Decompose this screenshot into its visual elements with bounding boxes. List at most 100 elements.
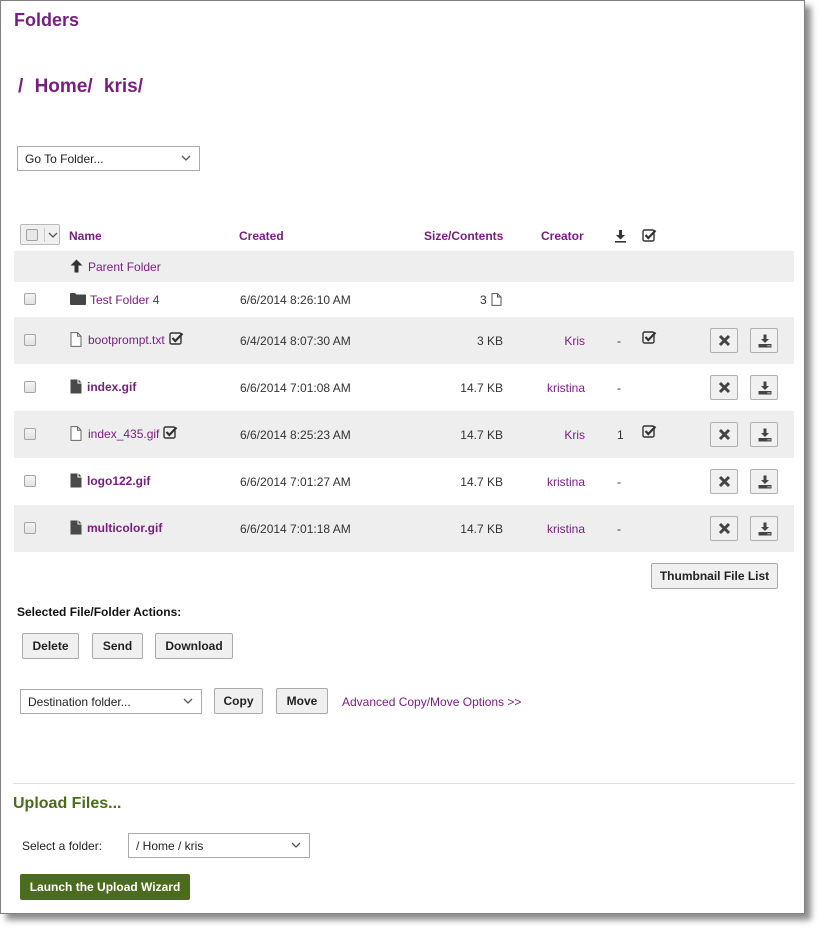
- file-solid-icon: [70, 520, 82, 538]
- creator-link[interactable]: Kris: [564, 428, 585, 442]
- send-button[interactable]: Send: [92, 633, 143, 659]
- file-size: 14.7 KB: [460, 475, 503, 489]
- table-row: Test Folder 4 6/6/2014 8:26:10 AM 3: [14, 282, 794, 317]
- column-created[interactable]: Created: [239, 229, 284, 243]
- upload-folder-select[interactable]: / Home / kris: [128, 833, 310, 858]
- download-icon: [758, 334, 772, 348]
- chevron-down-icon: [181, 155, 191, 161]
- download-count: -: [617, 475, 621, 489]
- row-checkbox[interactable]: [24, 381, 36, 393]
- file-link[interactable]: multicolor.gif: [87, 521, 162, 535]
- close-icon: [718, 381, 731, 394]
- parent-folder-link[interactable]: Parent Folder: [88, 260, 161, 274]
- row-checkbox[interactable]: [24, 428, 36, 440]
- close-icon: [718, 428, 731, 441]
- download-file-button[interactable]: [750, 375, 778, 400]
- destination-folder-value: Destination folder...: [28, 695, 131, 709]
- upload-folder-value: / Home / kris: [136, 839, 204, 853]
- created-date: 6/6/2014 8:26:10 AM: [240, 293, 351, 307]
- table-row: multicolor.gif 6/6/2014 7:01:18 AM 14.7 KB…: [14, 505, 794, 552]
- table-row: index.gif 6/6/2014 7:01:08 AM 14.7 KB krist…: [14, 364, 794, 411]
- download-file-button[interactable]: [750, 469, 778, 494]
- go-to-folder-select[interactable]: Go To Folder...: [17, 146, 200, 171]
- download-file-button[interactable]: [750, 422, 778, 447]
- thumbnail-file-list-button[interactable]: Thumbnail File List: [651, 563, 778, 589]
- section-divider: [13, 783, 795, 784]
- table-row: logo122.gif 6/6/2014 7:01:27 AM 14.7 KB kri…: [14, 458, 794, 505]
- creator-link[interactable]: Kris: [564, 334, 585, 348]
- delete-button[interactable]: Delete: [22, 633, 79, 659]
- file-link[interactable]: index.gif: [87, 380, 136, 394]
- go-to-folder-value: Go To Folder...: [25, 152, 104, 166]
- advanced-copy-move-link[interactable]: Advanced Copy/Move Options >>: [342, 695, 521, 709]
- created-date: 6/6/2014 7:01:08 AM: [240, 381, 351, 395]
- column-name[interactable]: Name: [69, 229, 102, 243]
- breadcrumb-kris[interactable]: kris/: [104, 76, 143, 97]
- breadcrumb-root[interactable]: /: [18, 76, 23, 97]
- file-size: 14.7 KB: [460, 522, 503, 536]
- close-icon: [718, 334, 731, 347]
- upload-files-heading: Upload Files...: [13, 795, 122, 812]
- creator-link[interactable]: kristina: [547, 522, 585, 536]
- download-count: -: [617, 522, 621, 536]
- file-link[interactable]: logo122.gif: [87, 474, 150, 488]
- launch-upload-wizard-button[interactable]: Launch the Upload Wizard: [20, 874, 190, 900]
- file-solid-icon: [70, 379, 82, 397]
- download-count: 1: [617, 428, 624, 442]
- row-checkbox[interactable]: [24, 475, 36, 487]
- chevron-down-icon[interactable]: [48, 230, 58, 240]
- folder-link[interactable]: Test Folder 4: [90, 293, 159, 307]
- page-title: Folders: [14, 10, 80, 30]
- download-file-button[interactable]: [750, 328, 778, 353]
- created-date: 6/6/2014 8:25:23 AM: [240, 428, 351, 442]
- file-outline-icon: [70, 426, 82, 444]
- delete-file-button[interactable]: [710, 328, 738, 353]
- table-row: index_435.gif 6/6/2014 8:25:23 AM 14.7 KB K…: [14, 411, 794, 458]
- parent-folder-row[interactable]: Parent Folder: [14, 251, 794, 282]
- download-icon: [758, 475, 772, 489]
- file-size: 3 KB: [476, 334, 503, 348]
- delete-file-button[interactable]: [710, 375, 738, 400]
- row-checkbox[interactable]: [24, 293, 36, 305]
- chevron-down-icon: [183, 698, 193, 704]
- download-count: -: [617, 334, 621, 348]
- creator-link[interactable]: kristina: [547, 475, 585, 489]
- select-all-checkbox[interactable]: [26, 229, 38, 241]
- download-icon: [615, 230, 626, 243]
- checked-box-icon: [642, 229, 657, 242]
- download-icon: [758, 522, 772, 536]
- column-size[interactable]: Size/Contents: [424, 229, 503, 243]
- delete-file-button[interactable]: [710, 469, 738, 494]
- table-row: bootprompt.txt 6/4/2014 8:07:30 AM 3 KB Kri…: [14, 317, 794, 364]
- file-rows: bootprompt.txt 6/4/2014 8:07:30 AM 3 KB Kri…: [14, 317, 794, 552]
- checked-box-icon: [642, 424, 657, 442]
- close-icon: [718, 522, 731, 535]
- delete-file-button[interactable]: [710, 516, 738, 541]
- download-file-button[interactable]: [750, 516, 778, 541]
- destination-folder-select[interactable]: Destination folder...: [20, 689, 202, 714]
- file-outline-icon: [70, 332, 82, 350]
- checked-out-icon: [163, 425, 178, 443]
- creator-link[interactable]: kristina: [547, 381, 585, 395]
- file-outline-icon: [491, 293, 502, 306]
- folder-icon: [70, 293, 86, 305]
- download-button[interactable]: Download: [155, 633, 233, 659]
- copy-button[interactable]: Copy: [214, 688, 263, 714]
- select-folder-label: Select a folder:: [22, 839, 103, 853]
- created-date: 6/6/2014 7:01:27 AM: [240, 475, 351, 489]
- delete-file-button[interactable]: [710, 422, 738, 447]
- move-button[interactable]: Move: [276, 688, 328, 714]
- table-header: Name Created Size/Contents Creator: [14, 221, 794, 251]
- file-size: 14.7 KB: [460, 428, 503, 442]
- row-checkbox[interactable]: [24, 334, 36, 346]
- file-link[interactable]: bootprompt.txt: [88, 333, 165, 347]
- breadcrumb-home[interactable]: Home/: [35, 76, 93, 97]
- created-date: 6/4/2014 8:07:30 AM: [240, 334, 351, 348]
- created-date: 6/6/2014 7:01:18 AM: [240, 522, 351, 536]
- select-all-dropdown[interactable]: [20, 224, 60, 245]
- row-checkbox[interactable]: [24, 522, 36, 534]
- close-icon: [718, 475, 731, 488]
- breadcrumb: / Home/ kris/: [18, 76, 149, 98]
- column-creator[interactable]: Creator: [541, 229, 584, 243]
- file-link[interactable]: index_435.gif: [88, 427, 159, 441]
